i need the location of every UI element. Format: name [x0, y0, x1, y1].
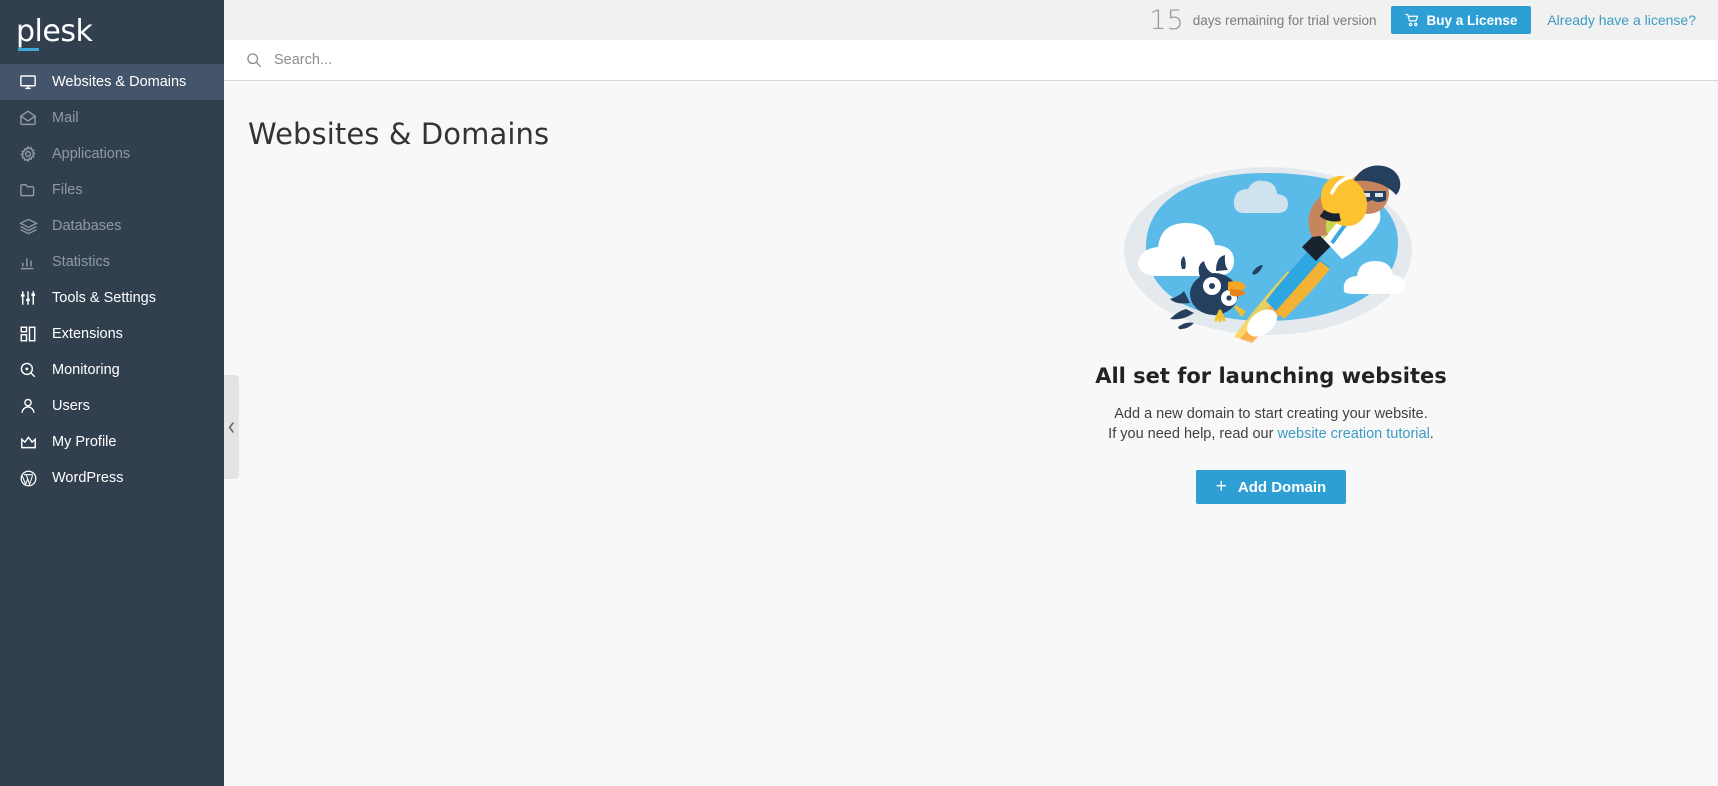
empty-state-heading: All set for launching websites — [1095, 364, 1447, 388]
sidebar-item-databases[interactable]: Databases — [0, 208, 224, 244]
empty-state-line-2: If you need help, read our website creat… — [1046, 424, 1496, 444]
add-domain-label: Add Domain — [1237, 478, 1327, 496]
cart-icon — [1404, 13, 1420, 27]
plesk-app-window: plesk Websites & Domains Mail Applicatio — [0, 0, 1718, 786]
already-have-license-link[interactable]: Already have a license? — [1547, 12, 1696, 28]
gear-icon — [18, 144, 38, 164]
sliders-icon — [18, 288, 38, 308]
buy-license-label: Buy a License — [1426, 12, 1518, 28]
person-jetpack-flying-with-bird-illustration — [1124, 165, 1412, 343]
logo-underbar — [18, 48, 39, 51]
sidebar-item-my-profile[interactable]: My Profile — [0, 424, 224, 460]
sidebar-item-extensions[interactable]: Extensions — [0, 316, 224, 352]
sidebar-item-label: Tools & Settings — [52, 290, 156, 306]
sidebar-nav: Websites & Domains Mail Applications Fil… — [0, 64, 224, 496]
plus-icon: + — [1215, 475, 1227, 497]
monitor-icon — [18, 72, 38, 92]
search-input[interactable] — [272, 51, 692, 69]
envelope-icon — [18, 108, 38, 128]
search-bar — [224, 40, 1718, 81]
magnifier-dot-icon — [18, 360, 38, 380]
sidebar-item-label: Mail — [52, 110, 79, 126]
sidebar: plesk Websites & Domains Mail Applicatio — [0, 0, 224, 786]
sidebar-item-monitoring[interactable]: Monitoring — [0, 352, 224, 388]
sidebar-item-label: Websites & Domains — [52, 74, 187, 90]
database-icon — [18, 216, 38, 236]
sidebar-item-tools-settings[interactable]: Tools & Settings — [0, 280, 224, 316]
wordpress-icon — [18, 468, 38, 488]
sidebar-item-wordpress[interactable]: WordPress — [0, 460, 224, 496]
sidebar-item-label: My Profile — [52, 434, 117, 450]
trial-days-count: 15 — [1149, 4, 1184, 36]
sidebar-item-label: WordPress — [52, 470, 124, 486]
search-icon — [246, 52, 262, 68]
sidebar-item-label: Extensions — [52, 326, 123, 342]
sidebar-item-label: Files — [52, 182, 83, 198]
main-pane: 15 days remaining for trial version Buy … — [224, 0, 1718, 786]
website-creation-tutorial-link[interactable]: website creation tutorial — [1277, 426, 1429, 442]
sidebar-item-applications[interactable]: Applications — [0, 136, 224, 172]
buy-license-button[interactable]: Buy a License — [1390, 6, 1532, 34]
sidebar-collapse-toggle[interactable] — [224, 375, 239, 479]
crown-icon — [18, 432, 38, 452]
sidebar-item-users[interactable]: Users — [0, 388, 224, 424]
sidebar-item-label: Databases — [52, 218, 122, 234]
folder-icon — [18, 180, 38, 200]
user-icon — [18, 396, 38, 416]
sidebar-item-label: Users — [52, 398, 90, 414]
sidebar-item-mail[interactable]: Mail — [0, 100, 224, 136]
page-title: Websites & Domains — [248, 117, 550, 152]
logo-text: plesk — [16, 14, 93, 49]
blocks-icon — [18, 324, 38, 344]
bar-chart-icon — [18, 252, 38, 272]
sidebar-item-statistics[interactable]: Statistics — [0, 244, 224, 280]
plesk-logo[interactable]: plesk — [0, 0, 224, 64]
empty-state-line-2-prefix: If you need help, read our — [1108, 426, 1278, 442]
empty-state-line-1: Add a new domain to start creating your … — [1114, 406, 1428, 422]
sidebar-item-label: Monitoring — [52, 362, 120, 378]
sidebar-item-label: Statistics — [52, 254, 111, 270]
sidebar-item-label: Applications — [52, 146, 131, 162]
content-area: Websites & Domains All set for launching… — [224, 81, 1718, 786]
top-bar: 15 days remaining for trial version Buy … — [224, 0, 1718, 40]
sidebar-item-websites-domains[interactable]: Websites & Domains — [0, 64, 224, 100]
sidebar-item-files[interactable]: Files — [0, 172, 224, 208]
add-domain-button[interactable]: + Add Domain — [1195, 470, 1347, 504]
trial-status-text: days remaining for trial version — [1192, 12, 1377, 28]
empty-state-panel: All set for launching websites Add a new… — [1046, 151, 1496, 504]
chevron-left-icon — [228, 421, 235, 433]
empty-state-line-2-suffix: . — [1429, 426, 1434, 442]
